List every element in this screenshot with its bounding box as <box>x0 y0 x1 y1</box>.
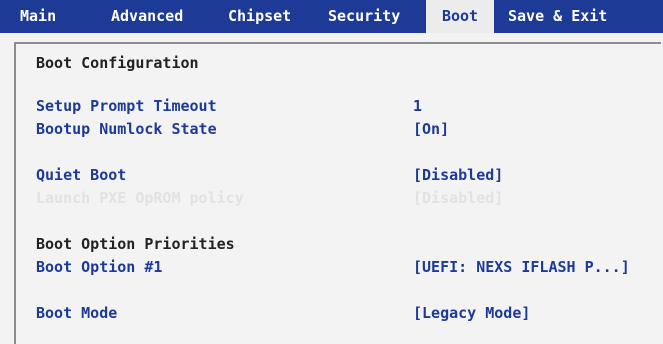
bootup-numlock-state-value[interactable]: [On] <box>413 118 449 140</box>
tab-main[interactable]: Main <box>20 0 56 33</box>
launch-pxe-oprom-policy-value: [Disabled] <box>413 189 504 207</box>
tab-chipset[interactable]: Chipset <box>228 0 291 33</box>
quiet-boot-value[interactable]: [Disabled] <box>413 164 503 186</box>
tab-advanced[interactable]: Advanced <box>111 0 183 33</box>
boot-mode-label[interactable]: Boot Mode <box>36 302 117 324</box>
setup-prompt-timeout-value[interactable]: 1 <box>413 95 422 117</box>
boot-option-1-value[interactable]: [UEFI: NEXS IFLASH P...] <box>413 256 630 278</box>
tab-save-exit[interactable]: Save & Exit <box>508 0 607 33</box>
bootup-numlock-state-label[interactable]: Bootup Numlock State <box>36 118 217 140</box>
boot-option-priorities-heading: Boot Option Priorities <box>36 235 235 253</box>
section-title: Boot Configuration <box>36 54 199 72</box>
launch-pxe-oprom-policy-label: Launch PXE OpROM policy <box>36 189 244 207</box>
setup-prompt-timeout-label[interactable]: Setup Prompt Timeout <box>36 95 217 117</box>
bios-tab-bar: Main Advanced Chipset Security Boot Save… <box>0 0 663 33</box>
boot-option-1-label[interactable]: Boot Option #1 <box>36 256 162 278</box>
tab-boot[interactable]: Boot <box>426 0 494 33</box>
quiet-boot-label[interactable]: Quiet Boot <box>36 164 126 186</box>
boot-mode-value[interactable]: [Legacy Mode] <box>413 302 530 324</box>
tab-security[interactable]: Security <box>328 0 400 33</box>
settings-panel: Boot Configuration Setup Prompt Timeout … <box>14 42 661 344</box>
